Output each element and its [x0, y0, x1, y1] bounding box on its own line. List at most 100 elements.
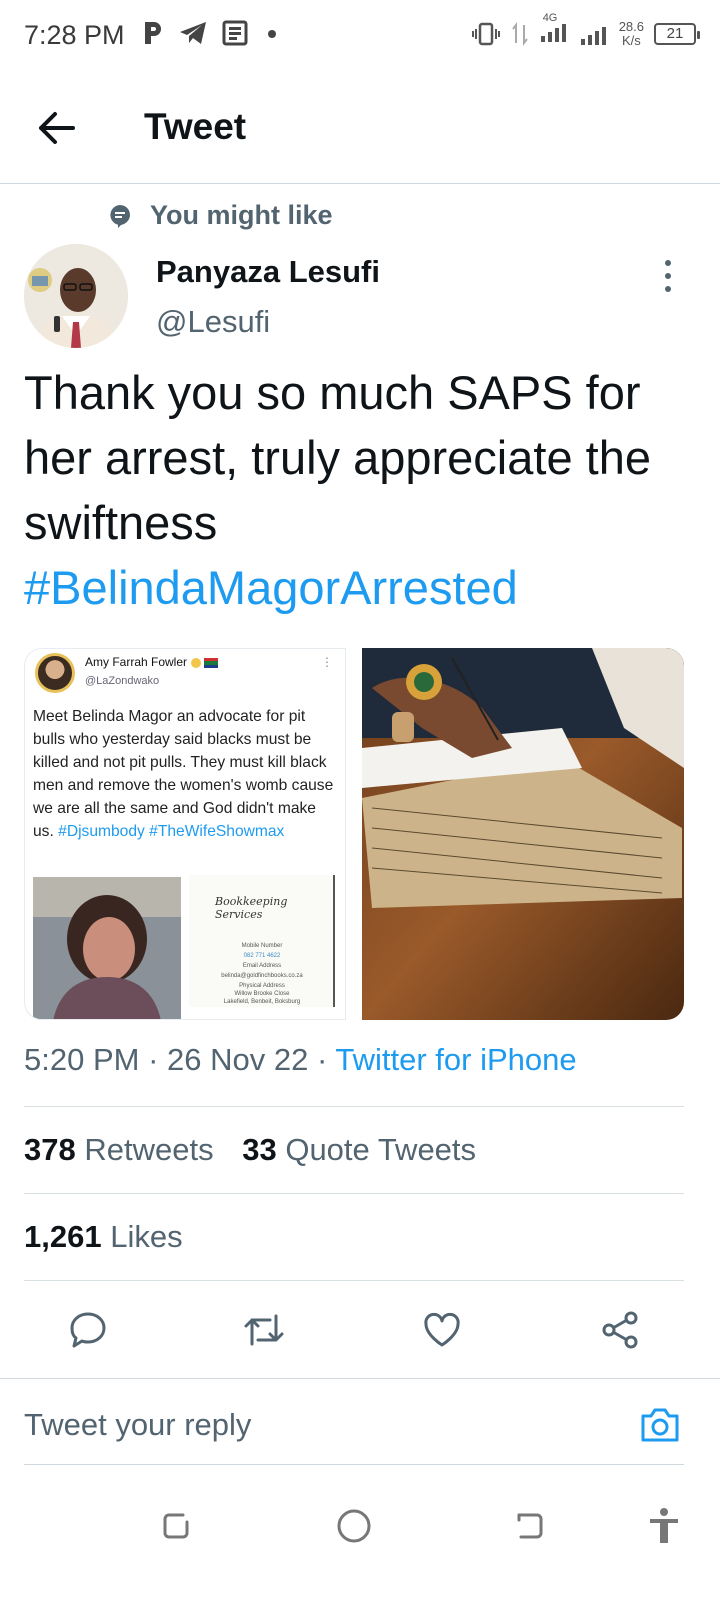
embedded-photo-drawing — [33, 877, 181, 1019]
meta-separator: · — [148, 1042, 159, 1077]
signal-group: 4G — [539, 12, 569, 49]
home-button[interactable] — [330, 1502, 378, 1550]
reply-input[interactable] — [24, 1407, 584, 1443]
embedded-author-name: Amy Farrah Fowler — [85, 655, 220, 669]
embedded-author-handle: @LaZondwako — [85, 675, 160, 687]
card-email-label: Email Address — [242, 963, 282, 969]
embedded-tweet-text: Meet Belinda Magor an advocate for pit b… — [33, 705, 339, 843]
divider — [24, 1193, 684, 1194]
likes-stats: 1,261 Likes — [24, 1219, 203, 1255]
data-arrows-icon — [511, 21, 528, 46]
embedded-tweet-tags: #Djsumbody #TheWifeShowmax — [58, 823, 285, 840]
more-dot — [665, 260, 671, 266]
notification-icons — [142, 20, 280, 46]
card-mobile-label: Mobile Number — [241, 943, 283, 949]
like-button[interactable] — [416, 1304, 468, 1356]
likes-count: 1,261 — [24, 1219, 102, 1254]
suggestion-text: You might like — [150, 200, 333, 230]
divider — [24, 1280, 684, 1281]
quote-tweets-stat[interactable]: 33 Quote Tweets — [242, 1132, 476, 1167]
divider — [24, 1106, 684, 1107]
avatar[interactable] — [24, 244, 128, 348]
retweets-stat[interactable]: 378 Retweets — [24, 1132, 214, 1167]
status-right: 4G 28.6 K/s 21 — [471, 12, 700, 49]
business-card: Bookkeeping Services Mobile Number 082 7… — [189, 875, 335, 1007]
business-card-logo: Bookkeeping Services — [215, 895, 288, 921]
author-handle[interactable]: @Lesufi — [156, 304, 270, 340]
page-title: Tweet — [144, 106, 247, 147]
topic-bubble-icon — [110, 204, 130, 228]
network-type: 4G — [542, 12, 558, 24]
dot-icon — [268, 30, 276, 38]
tweet-time: 5:20 PM — [24, 1042, 140, 1077]
camera-icon — [641, 1408, 679, 1442]
embedded-tweet-body: Meet Belinda Magor an advocate for pit b… — [33, 708, 334, 840]
card-mobile-value: 082 771 4622 — [243, 953, 281, 959]
parking-icon — [145, 22, 161, 44]
recents-button[interactable] — [152, 1502, 200, 1550]
back-arrow-icon — [39, 112, 75, 144]
status-time: 7:28 PM — [24, 20, 125, 50]
share-button[interactable] — [594, 1304, 646, 1356]
tweet-text: Thank you so much SAPS for her arrest, t… — [24, 360, 700, 620]
card-address-line2: Lakefield, Benbeit, Boksburg — [223, 999, 301, 1005]
media-image-screenshot[interactable]: Amy Farrah Fowler @LaZondwako ⋮ Meet Bel… — [24, 648, 346, 1020]
net-speed: 28.6 K/s — [619, 19, 644, 48]
battery-level: 21 — [666, 25, 684, 42]
embedded-author-name-text: Amy Farrah Fowler — [85, 655, 188, 669]
quotes-label: Quote Tweets — [285, 1132, 477, 1167]
status-bar: 7:28 PM 4G 28.6 K/s 21 — [0, 0, 720, 72]
tweet-meta: 5:20 PM · 26 Nov 22 · Twitter for iPhone — [24, 1042, 577, 1078]
reply-icon — [70, 1312, 106, 1348]
more-dot — [665, 273, 671, 279]
vibrate-icon — [471, 22, 500, 45]
tweet-source-link[interactable]: Twitter for iPhone — [335, 1042, 576, 1077]
media-image-arrest-photo[interactable] — [362, 648, 684, 1020]
retweet-button[interactable] — [238, 1304, 290, 1356]
accessibility-button[interactable] — [640, 1502, 688, 1550]
system-nav-bar — [0, 1480, 720, 1600]
back-button[interactable] — [30, 102, 82, 154]
accessibility-icon — [650, 1508, 678, 1543]
card-email-value: belinda@goldfinchbooks.co.za — [221, 973, 303, 979]
tweet-actions — [0, 1290, 720, 1370]
share-icon — [602, 1311, 638, 1349]
reply-button[interactable] — [62, 1304, 114, 1356]
author-name[interactable]: Panyaza Lesufi — [156, 254, 380, 290]
back-nav-button[interactable] — [506, 1502, 554, 1550]
retweet-icon — [244, 1314, 284, 1346]
like-icon — [424, 1312, 460, 1347]
news-icon — [222, 20, 248, 46]
camera-button[interactable] — [636, 1401, 684, 1449]
retweets-count: 378 — [24, 1132, 76, 1167]
more-options-button[interactable] — [656, 256, 680, 296]
likes-label: Likes — [110, 1219, 183, 1254]
more-dot — [665, 286, 671, 292]
avatar-photo — [24, 244, 128, 348]
embedded-more-icon: ⋮ — [321, 655, 333, 669]
card-address-label: Physical Address — [239, 983, 285, 989]
back-nav-icon — [517, 1513, 543, 1539]
flag-emoji-icon — [191, 657, 219, 668]
arrest-photo-drawing — [362, 648, 684, 1020]
retweets-label: Retweets — [84, 1132, 214, 1167]
home-circle-icon — [337, 1509, 371, 1543]
embedded-avatar — [35, 653, 75, 693]
tweet-body: Thank you so much SAPS for her arrest, t… — [24, 366, 651, 549]
tweet-hashtag[interactable]: #BelindaMagorArrested — [24, 561, 518, 614]
quotes-count: 33 — [242, 1132, 277, 1167]
reply-underline — [24, 1464, 684, 1465]
signal-icon-2 — [580, 26, 606, 45]
card-address-line1: Willow Brooke Close — [234, 991, 290, 997]
likes-stat[interactable]: 1,261 Likes — [24, 1219, 183, 1254]
embedded-person-photo — [33, 877, 181, 1019]
tweet-date: 26 Nov 22 — [167, 1042, 309, 1077]
suggestion-label: You might like — [108, 200, 333, 231]
battery-icon: 21 — [654, 22, 700, 45]
app-header: Tweet — [0, 72, 720, 184]
telegram-icon — [180, 22, 206, 44]
retweet-stats: 378 Retweets 33 Quote Tweets — [24, 1132, 496, 1168]
net-speed-unit: K/s — [621, 32, 641, 48]
recents-icon — [163, 1513, 189, 1539]
meta-separator: · — [316, 1042, 328, 1077]
